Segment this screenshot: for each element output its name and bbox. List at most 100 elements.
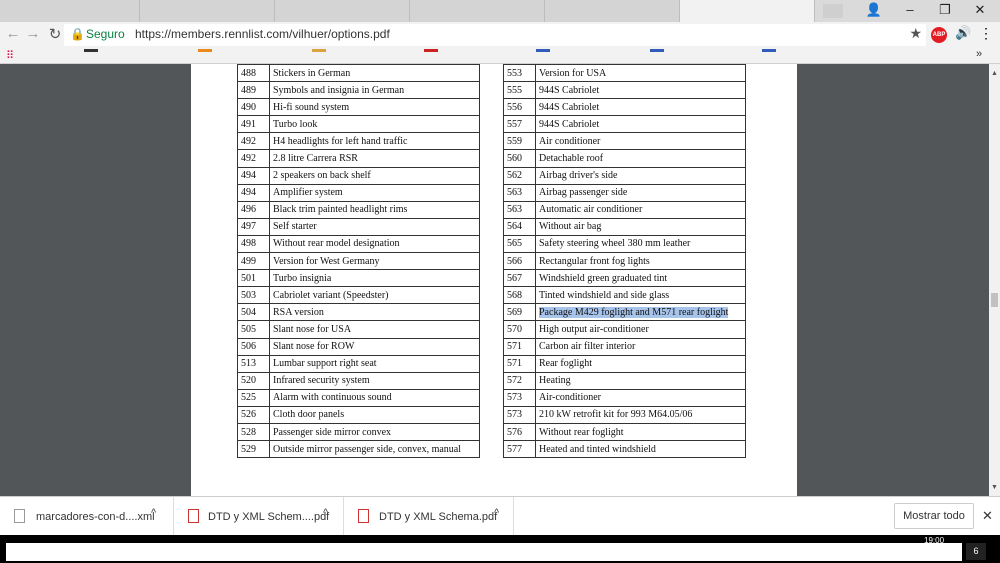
option-description-text[interactable]: Rectangular front fog lights bbox=[539, 256, 650, 267]
option-description[interactable]: Airbag passenger side bbox=[535, 183, 746, 202]
option-description-text[interactable]: 2 speakers on back shelf bbox=[273, 170, 371, 181]
option-description[interactable]: Passenger side mirror convex bbox=[269, 422, 480, 442]
option-description-text[interactable]: Symbols and insignia in German bbox=[273, 85, 404, 96]
browser-tab[interactable] bbox=[0, 0, 140, 22]
option-description[interactable]: Tinted windshield and side glass bbox=[535, 286, 746, 305]
option-description[interactable]: Carbon air filter interior bbox=[535, 337, 746, 356]
option-description-text[interactable]: Tinted windshield and side glass bbox=[539, 290, 669, 301]
scroll-down-arrow-icon[interactable]: ▼ bbox=[989, 484, 1000, 491]
option-description[interactable]: Air-conditioner bbox=[535, 388, 746, 407]
option-description-text[interactable]: Airbag passenger side bbox=[539, 187, 627, 198]
option-description[interactable]: Cloth door panels bbox=[269, 405, 480, 424]
option-description[interactable]: Without rear model designation bbox=[269, 234, 480, 254]
option-description-text[interactable]: Cloth door panels bbox=[273, 409, 344, 420]
reload-icon[interactable]: ↻ bbox=[46, 25, 64, 43]
option-description-text[interactable]: Windshield green graduated tint bbox=[539, 273, 667, 284]
option-description[interactable]: Alarm with continuous sound bbox=[269, 388, 480, 407]
vertical-scrollbar[interactable]: ▲ ▼ bbox=[989, 64, 1000, 496]
option-description-text[interactable]: Air-conditioner bbox=[539, 392, 601, 403]
option-description-text[interactable]: Self starter bbox=[273, 221, 317, 232]
chevron-up-icon[interactable]: ^ bbox=[323, 507, 328, 519]
option-description-text[interactable]: Carbon air filter interior bbox=[539, 341, 635, 352]
browser-tab[interactable] bbox=[410, 0, 545, 22]
option-description-text[interactable]: 944S Cabriolet bbox=[539, 102, 599, 113]
close-window-button[interactable]: ✕ bbox=[970, 2, 990, 18]
option-description[interactable]: Cabriolet variant (Speedster) bbox=[269, 286, 480, 305]
option-description[interactable]: Heating bbox=[535, 371, 746, 390]
option-description-text[interactable]: Hi-fi sound system bbox=[273, 102, 349, 113]
address-bar[interactable]: 🔒 Seguro https://members.rennlist.com/vi… bbox=[64, 24, 926, 46]
bookmark-item[interactable] bbox=[198, 49, 212, 52]
selected-text[interactable]: Package M429 foglight and M571 rear fogl… bbox=[539, 306, 729, 318]
option-description-text[interactable]: Amplifier system bbox=[273, 187, 343, 198]
option-description[interactable]: Lumbar support right seat bbox=[269, 354, 480, 373]
back-arrow-icon[interactable]: ← bbox=[4, 25, 22, 42]
pdf-viewer[interactable]: 488 Stickers in German 489 Symbols and insi… bbox=[0, 64, 1000, 496]
option-description-text[interactable]: Stickers in German bbox=[273, 68, 350, 79]
option-description[interactable]: Version for USA bbox=[535, 64, 746, 83]
option-description[interactable]: Infrared security system bbox=[269, 371, 480, 390]
option-description[interactable]: 944S Cabriolet bbox=[535, 81, 746, 100]
option-description-text[interactable]: Automatic air conditioner bbox=[539, 204, 642, 215]
apps-icon[interactable]: ⠿ bbox=[6, 49, 14, 62]
adblock-extension-icon[interactable]: ABP bbox=[931, 27, 947, 43]
option-description-text[interactable]: Black trim painted headlight rims bbox=[273, 204, 407, 215]
bookmark-item[interactable] bbox=[762, 49, 776, 52]
option-description[interactable]: 944S Cabriolet bbox=[535, 115, 746, 134]
user-icon[interactable]: 👤 bbox=[864, 2, 884, 18]
option-description-text[interactable]: 944S Cabriolet bbox=[539, 85, 599, 96]
browser-tab-active[interactable] bbox=[680, 0, 815, 22]
show-all-downloads-button[interactable]: Mostrar todo bbox=[894, 503, 974, 529]
option-description-text[interactable]: Alarm with continuous sound bbox=[273, 392, 392, 403]
bookmark-item[interactable] bbox=[536, 49, 550, 52]
option-description-text[interactable]: Version for USA bbox=[539, 68, 606, 79]
option-description-text[interactable]: Rear foglight bbox=[539, 358, 592, 369]
option-description[interactable]: Without air bag bbox=[535, 217, 746, 236]
option-description[interactable]: Turbo look bbox=[269, 115, 480, 134]
browser-tab[interactable] bbox=[140, 0, 275, 22]
option-description[interactable]: Hi-fi sound system bbox=[269, 98, 480, 117]
option-description[interactable]: Self starter bbox=[269, 217, 480, 236]
option-description[interactable]: Slant nose for USA bbox=[269, 320, 480, 339]
option-description[interactable]: Outside mirror passenger side, convex, m… bbox=[269, 440, 480, 459]
bookmark-item[interactable] bbox=[424, 49, 438, 52]
option-description-text[interactable]: Slant nose for USA bbox=[273, 324, 351, 335]
option-description-text[interactable]: Heating bbox=[539, 375, 571, 386]
option-description[interactable]: Amplifier system bbox=[269, 183, 480, 202]
option-description[interactable]: H4 headlights for left hand traffic bbox=[269, 132, 480, 151]
option-description-text[interactable]: Cabriolet variant (Speedster) bbox=[273, 290, 389, 301]
new-tab-button[interactable] bbox=[823, 4, 843, 18]
option-description-text[interactable]: 210 kW retrofit kit for 993 M64.05/06 bbox=[539, 409, 692, 420]
browser-tab[interactable] bbox=[275, 0, 410, 22]
menu-icon[interactable]: ⋮ bbox=[979, 25, 993, 42]
option-description-text[interactable]: Air conditioner bbox=[539, 136, 600, 147]
option-description[interactable]: Airbag driver's side bbox=[535, 166, 746, 185]
download-item[interactable]: DTD y XML Schem....pdf ^ bbox=[174, 497, 344, 536]
option-description[interactable]: Rectangular front fog lights bbox=[535, 252, 746, 271]
option-description-text[interactable]: Infrared security system bbox=[273, 375, 370, 386]
bookmark-item[interactable] bbox=[650, 49, 664, 52]
option-description[interactable]: Detachable roof bbox=[535, 149, 746, 168]
option-description-text[interactable]: Turbo insignia bbox=[273, 273, 331, 284]
sound-extension-icon[interactable]: 🔊 bbox=[955, 25, 971, 41]
download-item[interactable]: DTD y XML Schema.pdf ^ bbox=[344, 497, 514, 536]
minimize-button[interactable]: – bbox=[900, 2, 920, 17]
option-description[interactable]: Package M429 foglight and M571 rear fogl… bbox=[535, 303, 746, 322]
option-description-text[interactable]: Without rear foglight bbox=[539, 427, 624, 438]
bookmark-item[interactable] bbox=[312, 49, 326, 52]
option-description[interactable]: Automatic air conditioner bbox=[535, 200, 746, 219]
option-description-text[interactable]: 2.8 litre Carrera RSR bbox=[273, 153, 358, 164]
bookmark-item[interactable] bbox=[84, 49, 98, 52]
scrollbar-thumb[interactable] bbox=[991, 293, 998, 307]
option-description-text[interactable]: Version for West Germany bbox=[273, 256, 379, 267]
option-description[interactable]: Windshield green graduated tint bbox=[535, 269, 746, 288]
option-description[interactable]: Turbo insignia bbox=[269, 269, 480, 288]
option-description-text[interactable]: High output air-conditioner bbox=[539, 324, 649, 335]
option-description[interactable]: 944S Cabriolet bbox=[535, 98, 746, 117]
option-description-text[interactable]: Slant nose for ROW bbox=[273, 341, 354, 352]
option-description[interactable]: Symbols and insignia in German bbox=[269, 81, 480, 100]
option-description[interactable]: Black trim painted headlight rims bbox=[269, 200, 480, 219]
url-text[interactable]: https://members.rennlist.com/vilhuer/opt… bbox=[135, 27, 390, 41]
maximize-button[interactable]: ❐ bbox=[935, 2, 955, 18]
option-description-text[interactable]: 944S Cabriolet bbox=[539, 119, 599, 130]
